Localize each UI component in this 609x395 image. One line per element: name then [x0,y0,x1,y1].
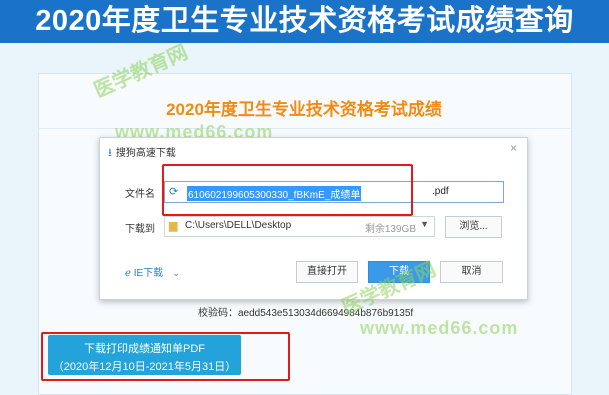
download-icon: ⭳ [108,147,112,159]
page-banner: 2020年度卫生专业技术资格考试成绩查询 [0,0,609,43]
folder-icon: ▆ [169,220,178,232]
save-path-select[interactable]: ▆ C:\Users\DELL\Desktop 剩余139GB ▼ [164,216,435,237]
free-space-text: 剩余139GB [364,224,416,235]
pdf-file-icon: ⟳ [169,186,179,198]
ie-icon: ℯ [125,268,131,279]
save-path-value: C:\Users\DELL\Desktop [185,220,292,231]
dialog-title-text: 搜狗高速下载 [115,148,176,159]
open-directly-button[interactable]: 直接打开 [296,261,358,283]
chevron-down-icon[interactable]: ▼ [420,219,429,229]
download-pdf-label: 下载打印成绩通知单PDF [84,343,205,355]
ie-download-toggle[interactable]: ℯ IE下载 ⌄ [125,264,180,279]
download-pdf-date-range: （2020年12月10日-2021年5月31日） [52,361,237,373]
download-dialog: ⭳ 搜狗高速下载 × 文件名 ⟳ 610602199605300330_fBKmE… [99,137,528,300]
file-name-selected-text: 610602199605300330_fBKmE_成绩单 [187,186,362,201]
ie-download-label: IE下载 [133,268,164,279]
save-path-label: 下载到 [125,224,155,235]
chevron-down-icon[interactable]: ⌄ [172,268,180,279]
file-extension: .pdf [432,186,449,197]
page-title: 2020年度卫生专业技术资格考试成绩 [166,100,442,119]
file-name-label: 文件名 [125,189,155,200]
dialog-title: ⭳ 搜狗高速下载 [108,144,176,163]
cancel-button[interactable]: 取消 [440,261,503,283]
browse-button[interactable]: 浏览... [445,216,502,238]
close-icon[interactable]: × [510,141,517,155]
checksum-text: 校验码：aedd543e513034d6694984b876b9135f [198,308,414,319]
download-pdf-button[interactable]: 下载打印成绩通知单PDF （2020年12月10日-2021年5月31日） [48,335,241,375]
file-name-input[interactable]: ⟳ 610602199605300330_fBKmE_成绩单 .pdf [164,181,504,203]
download-button[interactable]: 下载 [368,261,430,283]
divider [38,128,570,129]
